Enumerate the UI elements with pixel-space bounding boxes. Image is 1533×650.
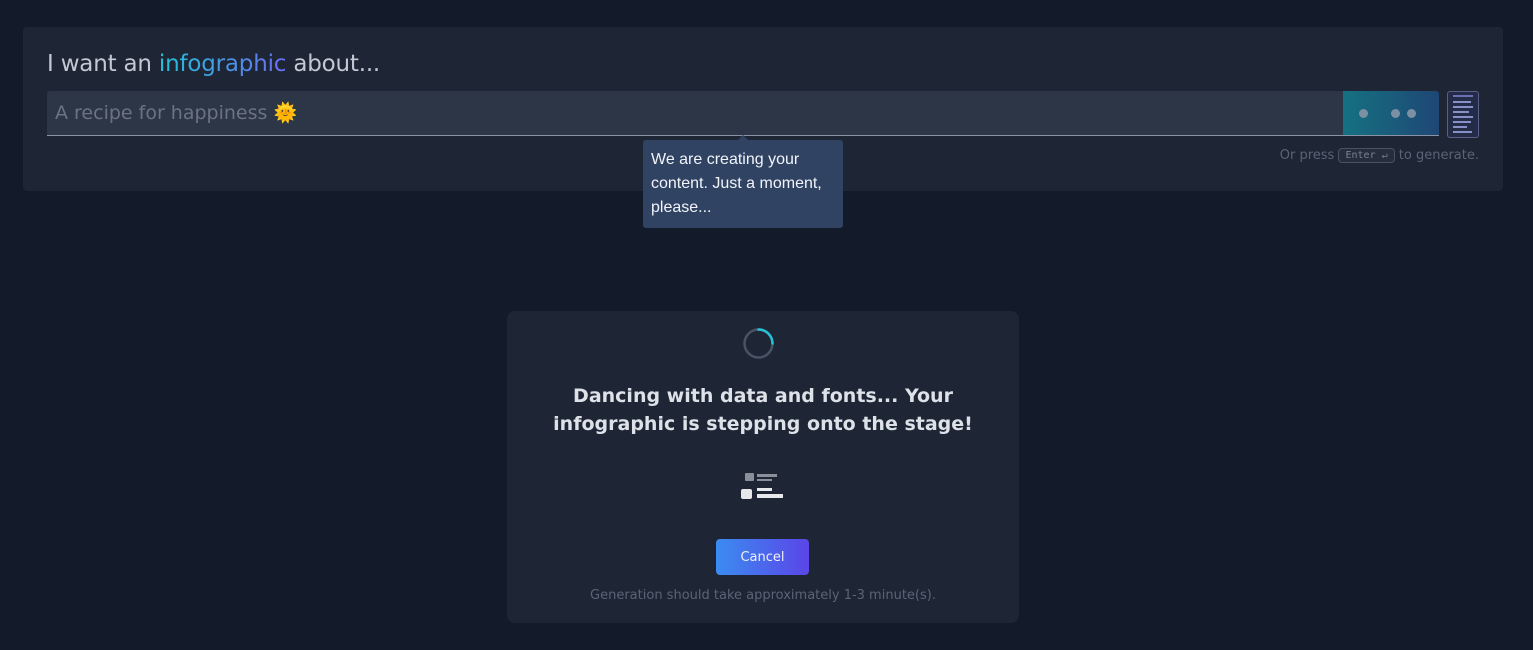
template-thumbnail-icon[interactable] bbox=[1447, 91, 1479, 138]
hint-after: to generate. bbox=[1398, 148, 1479, 163]
hint-before: Or press bbox=[1279, 148, 1335, 163]
loading-message: Dancing with data and fonts... Your info… bbox=[553, 385, 973, 435]
cancel-button[interactable]: Cancel bbox=[716, 539, 809, 575]
generate-button[interactable] bbox=[1343, 91, 1439, 135]
progress-tooltip: We are creating your content. Just a mom… bbox=[643, 140, 843, 228]
topic-input[interactable] bbox=[47, 91, 1343, 135]
spinner-icon bbox=[743, 328, 774, 359]
heading-prefix: I want an bbox=[47, 51, 152, 77]
heading-accent: infographic bbox=[158, 51, 287, 77]
generate-hint: Or press Enter ↵ to generate. bbox=[1280, 148, 1479, 163]
eta-note: Generation should take approximately 1-3… bbox=[590, 588, 936, 603]
enter-key-badge: Enter ↵ bbox=[1338, 148, 1395, 163]
infographic-layout-icon bbox=[741, 473, 783, 499]
prompt-heading: I want an infographic about... bbox=[47, 51, 380, 77]
heading-suffix: about... bbox=[293, 51, 381, 77]
loading-card: Dancing with data and fonts... Your info… bbox=[507, 311, 1019, 623]
topic-input-row bbox=[47, 91, 1439, 136]
